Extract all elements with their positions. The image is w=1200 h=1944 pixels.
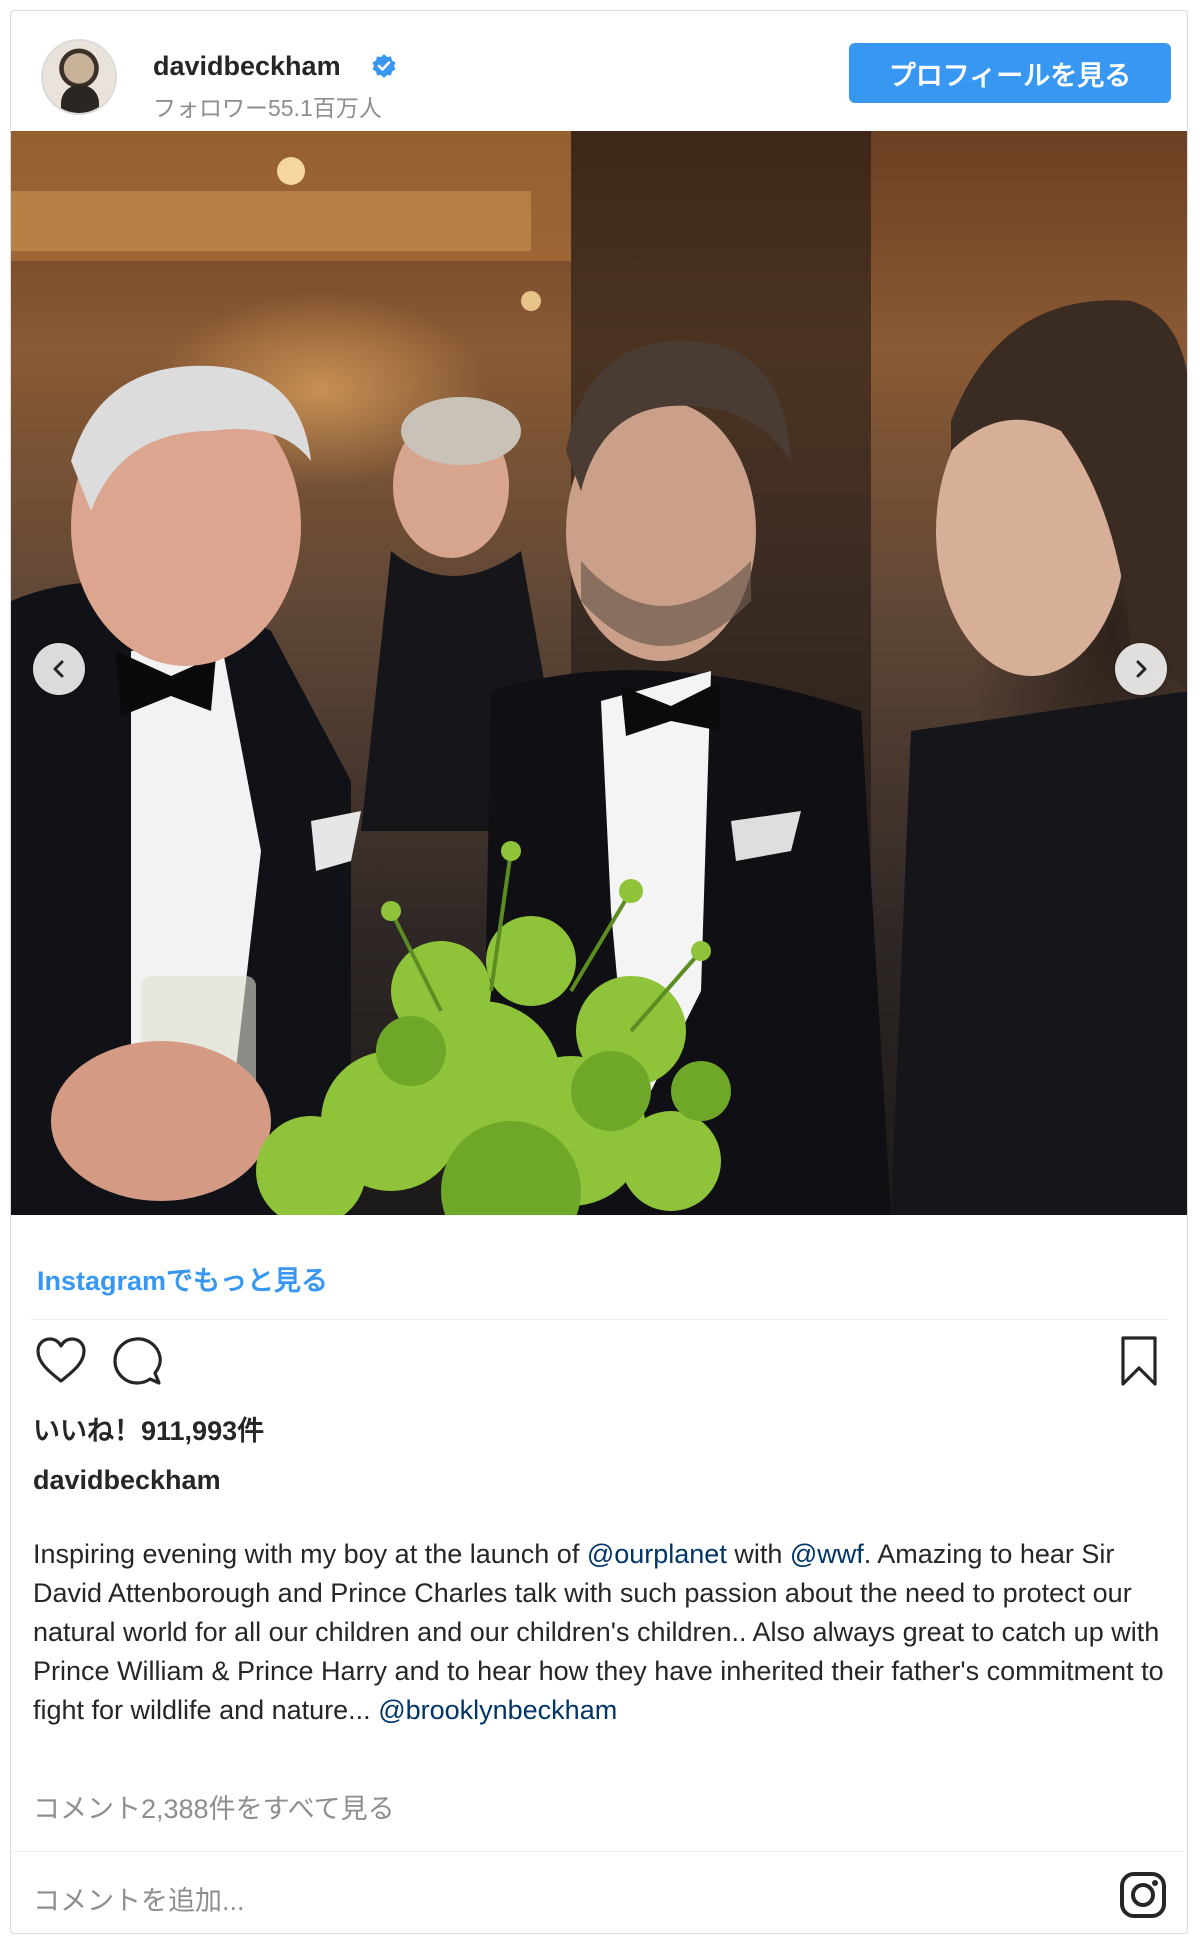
instagram-logo-icon[interactable] [1119, 1871, 1167, 1919]
heart-icon [36, 1337, 86, 1383]
bookmark-icon [1121, 1336, 1157, 1386]
avatar[interactable] [41, 39, 117, 115]
next-image-button[interactable] [1115, 643, 1167, 695]
mention-wwf[interactable]: @wwf [790, 1539, 864, 1569]
divider [31, 1319, 1167, 1320]
comment-button[interactable] [107, 1331, 167, 1391]
chevron-left-icon [53, 660, 64, 678]
view-profile-button[interactable]: プロフィールを見る [849, 43, 1171, 103]
post-photo[interactable] [11, 131, 1187, 1215]
view-more-on-instagram-link[interactable]: Instagramでもっと見る [37, 1259, 328, 1298]
photo-illustration [11, 131, 1187, 1215]
view-all-comments-link[interactable]: コメント2,388件をすべて見る [33, 1787, 395, 1826]
comment-bubble-icon [113, 1337, 162, 1385]
like-count[interactable]: いいね！911,993件 [33, 1409, 264, 1448]
caption-username[interactable]: davidbeckham [33, 1465, 221, 1496]
add-comment-input[interactable]: コメントを追加... [33, 1879, 245, 1918]
verified-badge-icon [372, 54, 396, 78]
divider [11, 1851, 1187, 1852]
mention-brooklynbeckham[interactable]: @brooklynbeckham [378, 1695, 617, 1725]
like-button[interactable] [31, 1331, 91, 1391]
previous-image-button[interactable] [33, 643, 85, 695]
post-caption: Inspiring evening with my boy at the lau… [33, 1535, 1173, 1730]
post-header: davidbeckham フォロワー55.1百万人 プロフィールを見る [11, 11, 1187, 131]
caption-text: Inspiring evening with my boy at the lau… [33, 1539, 587, 1569]
save-button[interactable] [1109, 1331, 1169, 1391]
chevron-right-icon [1136, 660, 1147, 678]
username-link[interactable]: davidbeckham [153, 51, 341, 82]
caption-text: with [726, 1539, 790, 1569]
mention-ourplanet[interactable]: @ourplanet [587, 1539, 727, 1569]
follower-count: フォロワー55.1百万人 [153, 95, 382, 121]
instagram-embed-card: davidbeckham フォロワー55.1百万人 プロフィールを見る Inst… [10, 10, 1188, 1934]
